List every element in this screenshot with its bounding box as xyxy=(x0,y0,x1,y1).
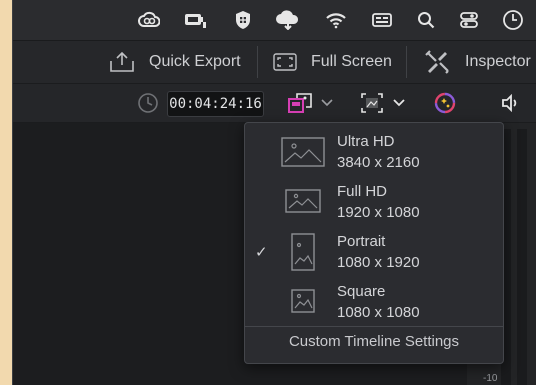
inspector-icon xyxy=(425,50,449,74)
menu-item-resolution: 1080 x 1920 xyxy=(337,254,420,271)
menu-item-name: Full HD xyxy=(337,183,388,200)
chevron-down-icon xyxy=(321,99,333,107)
landscape-image-icon xyxy=(281,137,325,167)
square-image-icon xyxy=(291,289,315,313)
inspector-button[interactable]: Inspector xyxy=(425,41,531,83)
resolution-dropdown-menu: Ultra HD 3840 x 2160 Full HD 1920 x 1080… xyxy=(244,122,504,364)
menu-item-resolution: 1920 x 1080 xyxy=(337,204,420,221)
export-icon xyxy=(110,51,134,72)
menu-item-full-hd[interactable]: Full HD 1920 x 1080 xyxy=(245,179,503,227)
full-screen-label: Full Screen xyxy=(311,53,392,70)
quick-export-button[interactable]: Quick Export xyxy=(109,41,241,83)
timecode-clock-icon xyxy=(137,91,159,115)
menu-item-ultra-hd[interactable]: Ultra HD 3840 x 2160 xyxy=(245,129,503,177)
menu-item-name: Square xyxy=(337,283,386,300)
volume-icon[interactable] xyxy=(501,91,521,115)
menu-item-portrait[interactable]: ✓ Portrait 1080 x 1920 xyxy=(245,229,503,277)
search-icon[interactable] xyxy=(413,8,439,32)
meter-scale-label: -10 xyxy=(483,373,498,384)
portrait-image-icon xyxy=(291,233,315,271)
resolution-icon xyxy=(288,93,312,113)
safe-area-icon xyxy=(361,93,383,113)
quick-export-label: Quick Export xyxy=(149,53,241,70)
full-screen-button[interactable]: Full Screen xyxy=(273,41,392,83)
clock-icon[interactable] xyxy=(500,8,526,32)
timecode-display[interactable]: 00:04:24:16 xyxy=(167,91,264,117)
macos-menubar xyxy=(13,0,536,41)
toolbar-divider xyxy=(257,46,258,78)
menu-divider xyxy=(245,326,503,327)
timeline-resolution-button[interactable] xyxy=(287,91,333,115)
battery-plug-icon[interactable] xyxy=(183,8,209,32)
app-window: Quick Export Full Screen Inspector 00:04… xyxy=(12,0,536,385)
viewer-header: 00:04:24:16 xyxy=(13,84,536,123)
full-screen-icon xyxy=(273,53,297,71)
menu-item-resolution: 3840 x 2160 xyxy=(337,154,420,171)
shield-icon[interactable] xyxy=(230,8,256,32)
custom-timeline-settings-item[interactable]: Custom Timeline Settings xyxy=(245,333,503,350)
safe-area-button[interactable] xyxy=(361,91,405,115)
menu-item-square[interactable]: Square 1080 x 1080 xyxy=(245,279,503,327)
meter-channel-right xyxy=(517,129,527,385)
cloud-sync-icon[interactable] xyxy=(275,8,301,32)
color-wheel-icon xyxy=(434,92,456,114)
menu-item-name: Portrait xyxy=(337,233,386,250)
main-toolbar: Quick Export Full Screen Inspector xyxy=(13,41,536,84)
menu-item-name: Ultra HD xyxy=(337,133,395,150)
creative-cloud-icon[interactable] xyxy=(136,8,162,32)
menu-item-resolution: 1080 x 1080 xyxy=(337,304,420,321)
inspector-label: Inspector xyxy=(465,53,531,70)
toolbar-divider xyxy=(406,46,407,78)
checkmark-icon: ✓ xyxy=(255,244,268,261)
landscape-image-icon xyxy=(285,189,321,213)
screen-share-icon[interactable] xyxy=(369,8,395,32)
wifi-icon[interactable] xyxy=(323,8,349,32)
color-effects-button[interactable] xyxy=(433,91,457,115)
control-center-icon[interactable] xyxy=(456,8,482,32)
chevron-down-icon xyxy=(393,99,405,107)
